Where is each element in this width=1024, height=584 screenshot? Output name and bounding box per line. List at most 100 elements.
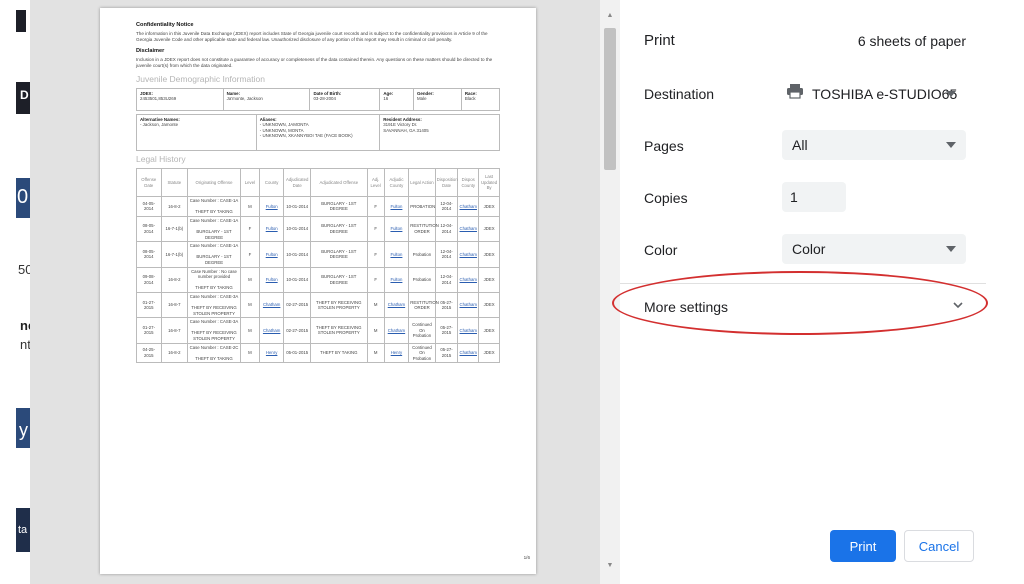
legal-history-cell[interactable]: Chatham [383, 291, 410, 319]
legal-history-cell: 10-01-2014 [283, 266, 311, 293]
legal-history-cell[interactable]: Chatham [258, 291, 285, 319]
name-value: Ja'monte, Jackson [226, 96, 263, 102]
legal-history-cell: BURGLARY - 1ST DEGREE [309, 196, 368, 217]
legal-history-cell[interactable]: Henry [258, 342, 285, 364]
aliases-table: Alternative Names: - Jackson, Jamonte Ali… [136, 114, 500, 151]
legal-history-cell: 16-8-2 [160, 342, 189, 364]
legal-history-cell[interactable]: Chatham [457, 266, 480, 293]
legal-history-cell[interactable]: Chatham [258, 317, 285, 344]
legal-history-cell: F [366, 215, 385, 243]
scroll-down-arrow-icon[interactable]: ▼ [600, 560, 620, 572]
legal-history-cell: JDEX [478, 215, 500, 243]
legal-history-cell: 10-01-2014 [283, 196, 311, 217]
legal-history-cell[interactable]: Henry [383, 342, 410, 364]
legal-history-cell: M [366, 342, 385, 364]
legal-header-cell: Adjudic County [383, 168, 410, 197]
aliases-value: - UNKNOWN, JAMONTA - UNKNOWN, MONTA - UN… [259, 122, 353, 139]
legal-history-cell: 16-7-1(b) [160, 215, 189, 243]
legal-history-cell: M [239, 266, 260, 293]
legal-history-cell: JDEX [478, 317, 500, 344]
legal-history-cell: BURGLARY - 1ST DEGREE [309, 241, 368, 268]
legal-history-header-row: Offense Date Statute Originating Offense Le… [136, 168, 500, 197]
legal-history-cell[interactable]: Fulton [383, 241, 410, 268]
legal-history-cell[interactable]: Chatham [457, 215, 480, 243]
legal-history-cell[interactable]: Chatham [457, 291, 480, 319]
legal-history-cell[interactable]: Fulton [258, 215, 285, 243]
legal-history-cell: 05-01-2015 [283, 342, 311, 364]
legal-header-cell: Adjudicated Date [283, 168, 311, 197]
legal-history-cell[interactable]: Fulton [383, 215, 410, 243]
legal-history-cell: M [366, 317, 385, 344]
chevron-down-icon [953, 302, 963, 309]
legal-history-cell[interactable]: Fulton [383, 266, 410, 293]
demographic-title: Juvenile Demographic Information [136, 74, 265, 84]
legal-history-cell: JDEX [478, 266, 500, 293]
legal-history-cell: Probation [408, 266, 436, 293]
legal-history-cell: 16-8-7 [160, 317, 189, 344]
legal-history-row: 08-05-2014 16-7-1(b) Case Number : CASE-1A… [136, 241, 500, 268]
background-fragment: ne [20, 318, 30, 333]
legal-history-cell: RESTITUTION ORDER [408, 215, 439, 243]
legal-history-cell: 08-05-2014 [136, 241, 162, 268]
destination-select[interactable]: TOSHIBA e-STUDIO65 [782, 79, 966, 109]
background-page-strip: D 0 50 ne nt y ta [0, 0, 30, 584]
caret-down-icon [946, 91, 956, 97]
legal-history-cell: RESTITUTION ORDER [408, 291, 439, 319]
legal-history-cell[interactable]: Chatham [457, 196, 480, 217]
legal-header-cell: Last Updated By [478, 168, 500, 197]
legal-history-cell[interactable]: Chatham [457, 241, 480, 268]
destination-value: TOSHIBA e-STUDIO65 [812, 86, 958, 102]
legal-history-row: 01-27-2015 16-8-7 Case Number : CASE-3A TH… [136, 291, 500, 319]
background-fragment: 0 [17, 186, 29, 208]
legal-history-cell: 04-25-2015 [136, 342, 162, 364]
scroll-thumb[interactable] [604, 28, 616, 170]
legal-history-cell: JDEX [478, 241, 500, 268]
legal-history-cell: Case Number : CASE-1A THEFT BY TAKING [187, 196, 241, 217]
legal-header-cell: Dispos County [457, 168, 480, 197]
color-select[interactable]: Color [782, 234, 966, 264]
legal-history-cell: 12-04-2014 [434, 196, 459, 217]
print-dialog-screen: D 0 50 ne nt y ta Confidentiality Notice… [0, 0, 1024, 584]
legal-history-cell: 02-27-2015 [283, 317, 311, 344]
legal-history-cell: 12-04-2014 [434, 241, 459, 268]
copies-input[interactable]: 1 [782, 182, 846, 212]
legal-history-cell[interactable]: Fulton [258, 266, 285, 293]
legal-history-cell: Continued On Probation [408, 317, 436, 344]
more-settings-toggle[interactable]: More settings [620, 290, 986, 324]
dob-value: 03-28-2004 [313, 96, 336, 102]
pages-value: All [792, 137, 808, 153]
legal-history-cell[interactable]: Fulton [383, 196, 410, 217]
legal-history-cell: BURGLARY - 1ST DEGREE [309, 215, 368, 243]
legal-header-cell: County [258, 168, 285, 197]
address-value: 3191E Victory Dr. SAVANNAH, GA 31405 [383, 122, 429, 133]
pages-select[interactable]: All [782, 130, 966, 160]
legal-history-table: Offense Date Statute Originating Offense Le… [136, 168, 500, 364]
disclaimer-text: Inclusion in a JDEX report does not cons… [136, 57, 493, 68]
legal-history-cell[interactable]: Chatham [457, 342, 480, 364]
scroll-up-arrow-icon[interactable]: ▲ [600, 10, 620, 22]
legal-header-cell: Legal Action [408, 168, 436, 197]
age-value: 16 [383, 96, 389, 102]
legal-history-cell: F [366, 266, 385, 293]
legal-history-cell[interactable]: Fulton [258, 241, 285, 268]
sheet-count: 6 sheets of paper [857, 33, 966, 49]
jdex-value: 2453501,853U269 [140, 96, 177, 102]
copies-label: Copies [644, 190, 688, 206]
gender-value: Male [417, 96, 427, 102]
print-button[interactable]: Print [830, 530, 896, 562]
page-number: 1/6 [523, 555, 530, 560]
legal-header-cell: Statute [160, 168, 189, 197]
legal-history-cell[interactable]: Chatham [457, 317, 480, 344]
cancel-button[interactable]: Cancel [904, 530, 974, 562]
printer-icon [786, 79, 804, 109]
preview-scrollbar[interactable]: ▲ ▼ [600, 0, 620, 584]
legal-history-row: 01-27-2015 16-8-7 Case Number : CASE-3A TH… [136, 317, 500, 344]
legal-history-cell[interactable]: Chatham [383, 317, 410, 344]
caret-down-icon [946, 142, 956, 148]
legal-history-cell: PROBATION [408, 196, 436, 217]
race-value: Black [464, 96, 476, 102]
legal-history-cell: 12-04-2014 [434, 266, 459, 293]
print-title: Print [644, 32, 675, 49]
legal-history-cell: JDEX [478, 196, 500, 217]
legal-history-cell[interactable]: Fulton [258, 196, 285, 217]
